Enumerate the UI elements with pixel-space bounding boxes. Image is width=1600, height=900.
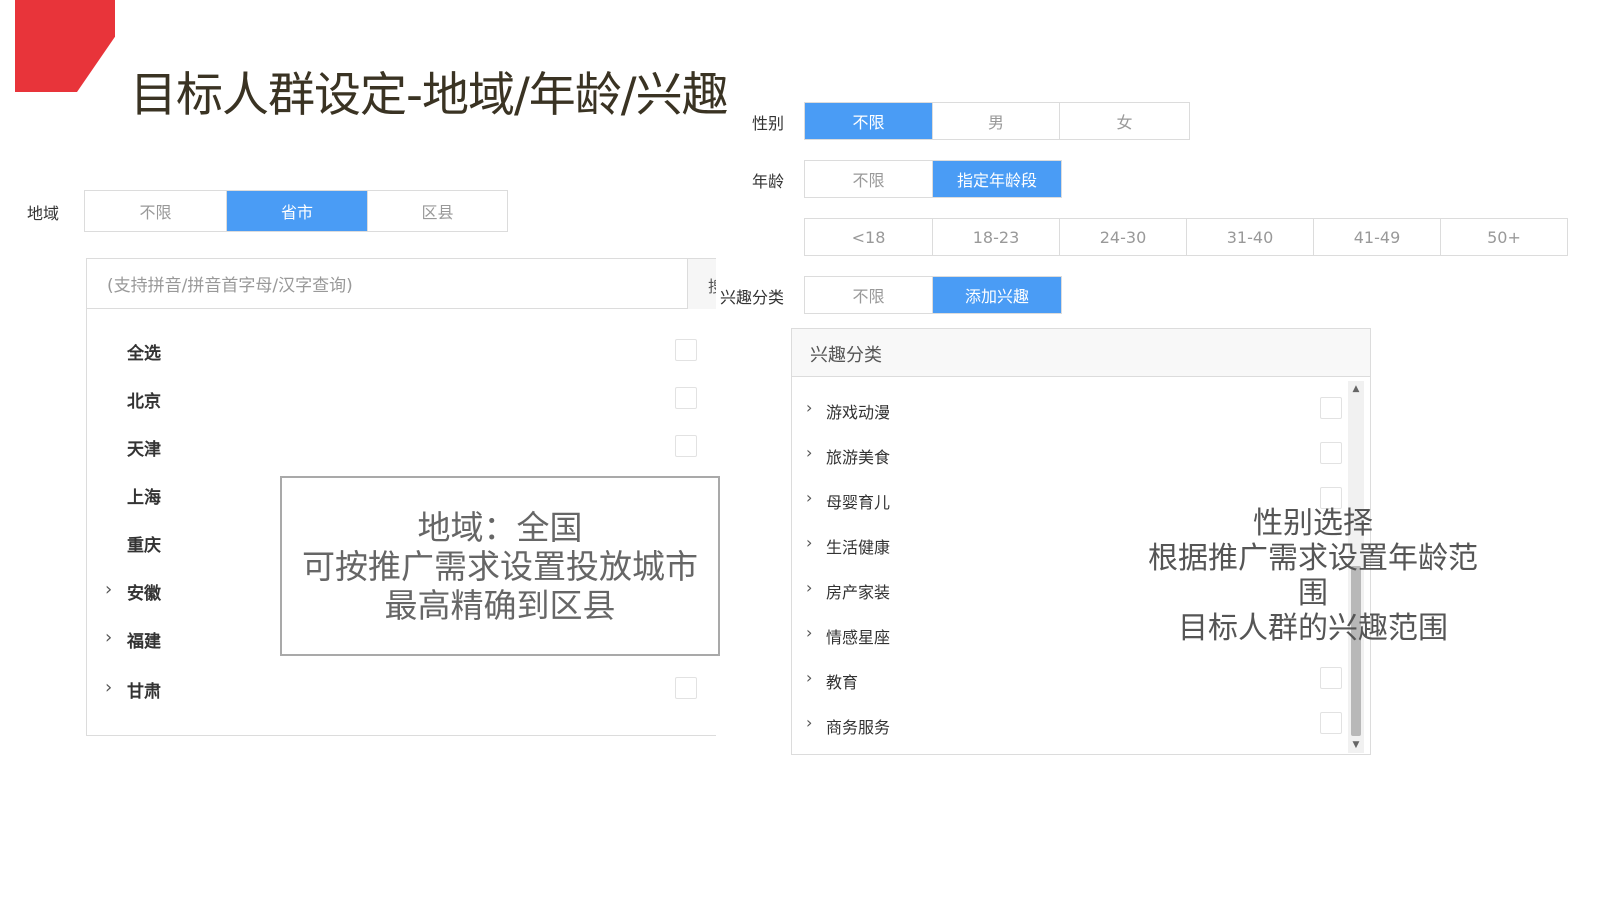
interest-item-label: 生活健康 (826, 538, 891, 557)
interest-item-label: 母婴育儿 (826, 493, 891, 512)
callout-line: 最高精确到区县 (384, 586, 616, 625)
region-option-county[interactable]: 区县 (368, 191, 507, 231)
callout-line: 地域：全国 (417, 508, 583, 547)
chevron-right-icon[interactable]: › (806, 668, 812, 687)
interest-item-label: 商务服务 (826, 718, 891, 737)
chevron-right-icon[interactable]: › (806, 398, 812, 417)
interest-item-label: 游戏动漫 (826, 403, 891, 422)
chevron-right-icon[interactable]: › (806, 443, 812, 462)
age-range-option[interactable]: 18-23 (933, 219, 1060, 255)
chevron-right-icon[interactable]: › (105, 627, 112, 648)
interest-checkbox[interactable] (1320, 667, 1342, 689)
interest-checkbox[interactable] (1320, 442, 1342, 464)
interest-mode-selector: 不限 添加兴趣 (804, 276, 1062, 314)
interest-panel-title: 兴趣分类 (792, 329, 1370, 377)
interest-option-unlimited[interactable]: 不限 (805, 277, 933, 313)
interest-option-add[interactable]: 添加兴趣 (933, 277, 1061, 313)
callout-line: 根据推广需求设置年龄范围 (1148, 541, 1478, 611)
region-item-label: 重庆 (127, 536, 161, 556)
region-item-label: 全选 (127, 344, 161, 364)
chevron-right-icon[interactable]: › (806, 488, 812, 507)
region-option-unlimited[interactable]: 不限 (85, 191, 227, 231)
region-item-label: 北京 (127, 392, 161, 412)
interest-item-label: 情感星座 (826, 628, 891, 647)
age-mode-selector: 不限 指定年龄段 (804, 160, 1062, 198)
region-item-label: 甘肃 (127, 682, 161, 702)
region-item-label: 安徽 (127, 584, 161, 604)
region-item-label: 上海 (127, 488, 161, 508)
callout-line: 可按推广需求设置投放城市 (302, 547, 698, 586)
age-range-option[interactable]: <18 (805, 219, 933, 255)
chevron-right-icon[interactable]: › (105, 677, 112, 698)
region-item-label: 福建 (127, 632, 161, 652)
age-option-unlimited[interactable]: 不限 (805, 161, 933, 197)
region-search-button[interactable]: 搜 (687, 259, 716, 309)
region-selector: 不限 省市 区县 (84, 190, 508, 232)
interest-item-label: 旅游美食 (826, 448, 891, 467)
gender-selector: 不限 男 女 (804, 102, 1190, 140)
region-search-input[interactable]: (支持拼音/拼音首字母/汉字查询) (87, 259, 687, 309)
interest-checkbox[interactable] (1320, 397, 1342, 419)
region-item[interactable]: 天津 (87, 427, 716, 467)
chevron-right-icon[interactable]: › (806, 578, 812, 597)
region-item-select-all[interactable]: 全选 (87, 331, 716, 371)
scroll-down-icon[interactable]: ▼ (1348, 737, 1364, 753)
chevron-right-icon[interactable]: › (806, 533, 812, 552)
interest-item-label: 教育 (826, 673, 859, 692)
callout-line: 性别选择 (1253, 506, 1373, 541)
region-label: 地域 (27, 204, 60, 223)
age-label: 年龄 (752, 172, 785, 191)
corner-decoration (15, 0, 115, 92)
right-callout: 性别选择 根据推广需求设置年龄范围 目标人群的兴趣范围 (1143, 506, 1483, 646)
callout-line: 目标人群的兴趣范围 (1178, 611, 1448, 646)
gender-label: 性别 (752, 114, 785, 133)
age-range-option[interactable]: 31-40 (1187, 219, 1314, 255)
region-item[interactable]: › 甘肃 (87, 669, 716, 709)
age-option-custom-range[interactable]: 指定年龄段 (933, 161, 1061, 197)
region-checkbox[interactable] (675, 387, 697, 409)
region-checkbox[interactable] (675, 677, 697, 699)
chevron-right-icon[interactable]: › (806, 713, 812, 732)
gender-option-male[interactable]: 男 (933, 103, 1060, 139)
gender-option-female[interactable]: 女 (1060, 103, 1189, 139)
region-callout-box: 地域：全国 可按推广需求设置投放城市 最高精确到区县 (280, 476, 720, 656)
region-item-label: 天津 (127, 440, 161, 460)
chevron-right-icon[interactable]: › (105, 579, 112, 600)
age-range-option[interactable]: 24-30 (1060, 219, 1187, 255)
interest-item[interactable]: › 商务服务 (792, 702, 1342, 746)
region-checkbox[interactable] (675, 339, 697, 361)
age-range-option[interactable]: 50+ (1441, 219, 1567, 255)
interest-item[interactable]: › 教育 (792, 657, 1342, 701)
interest-checkbox[interactable] (1320, 712, 1342, 734)
region-item[interactable]: 北京 (87, 379, 716, 419)
region-checkbox[interactable] (675, 435, 697, 457)
slide-title: 目标人群设定-地域/年龄/兴趣 (130, 68, 729, 123)
interest-item[interactable]: › 游戏动漫 (792, 387, 1342, 431)
interest-item-label: 房产家装 (826, 583, 891, 602)
age-range-option[interactable]: 41-49 (1314, 219, 1441, 255)
scroll-up-icon[interactable]: ▲ (1348, 381, 1364, 397)
interest-item[interactable]: › 旅游美食 (792, 432, 1342, 476)
interest-label: 兴趣分类 (720, 288, 785, 307)
gender-option-unlimited[interactable]: 不限 (805, 103, 933, 139)
age-range-selector: <18 18-23 24-30 31-40 41-49 50+ (804, 218, 1568, 256)
region-option-province[interactable]: 省市 (227, 191, 368, 231)
chevron-right-icon[interactable]: › (806, 623, 812, 642)
